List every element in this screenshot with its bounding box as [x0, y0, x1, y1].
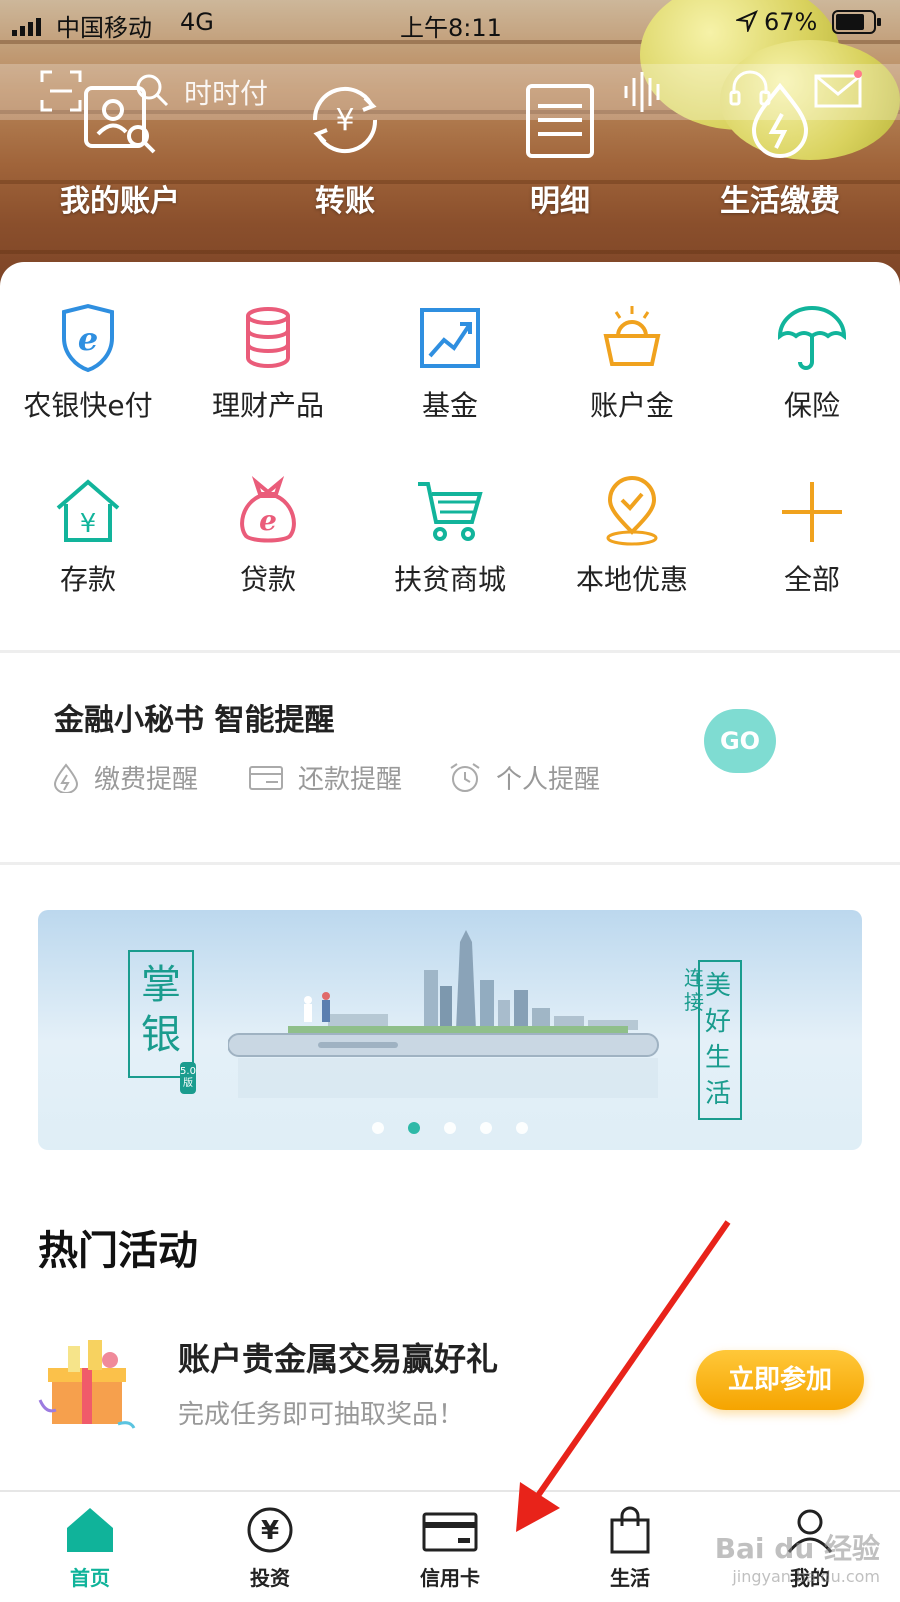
- annotation-arrow: [516, 1220, 731, 1532]
